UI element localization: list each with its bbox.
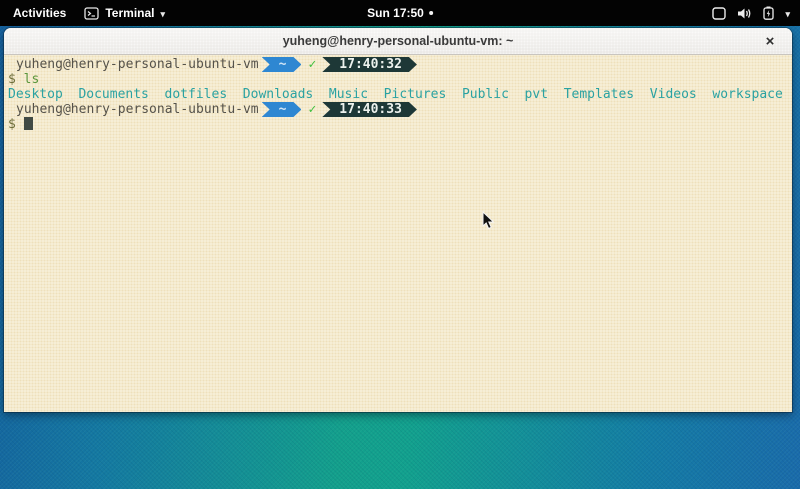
notification-dot: [429, 11, 433, 15]
prompt-status-check: ✓: [308, 102, 316, 117]
close-icon: ×: [766, 33, 775, 50]
clock-button[interactable]: Sun 17:50: [367, 0, 433, 26]
prompt-status-check: ✓: [308, 57, 316, 72]
terminal-icon: [84, 7, 99, 20]
chevron-down-icon: ▾: [160, 10, 165, 19]
prompt-symbol: $: [8, 117, 16, 132]
window-titlebar[interactable]: yuheng@henry-personal-ubuntu-vm: ~ ×: [4, 28, 792, 55]
prompt-user-host: yuheng@henry-personal-ubuntu-vm: [16, 102, 259, 117]
gnome-top-bar: Activities Terminal ▾ Sun 17:50: [0, 0, 800, 26]
system-status-area[interactable]: ▾: [712, 0, 790, 26]
screen-icon: [712, 7, 726, 20]
prompt-user-host: yuheng@henry-personal-ubuntu-vm: [16, 57, 259, 72]
terminal-content[interactable]: yuheng@henry-personal-ubuntu-vm~✓17:40:3…: [4, 55, 792, 412]
typed-command: ls: [24, 72, 40, 87]
command-line: $ ls: [8, 72, 792, 87]
prompt-symbol: $: [8, 72, 16, 87]
app-menu-label: Terminal: [105, 6, 154, 20]
battery-charging-icon: [763, 6, 774, 20]
ls-output: Desktop Documents dotfiles Downloads Mus…: [8, 87, 792, 102]
prompt-line: yuheng@henry-personal-ubuntu-vm~ ✓ 17:40:3…: [8, 102, 792, 117]
input-line: $: [8, 117, 792, 132]
terminal-window: yuheng@henry-personal-ubuntu-vm: ~ × yuh…: [4, 28, 792, 412]
volume-icon: [737, 7, 752, 20]
terminal-cursor: [24, 117, 33, 130]
activities-button[interactable]: Activities: [9, 4, 70, 22]
prompt-time-segment: 17:40:33: [322, 102, 417, 117]
window-title: yuheng@henry-personal-ubuntu-vm: ~: [283, 34, 514, 48]
prompt-time-segment: 17:40:32: [322, 57, 417, 72]
close-button[interactable]: ×: [760, 31, 780, 51]
prompt-line: yuheng@henry-personal-ubuntu-vm~ ✓ 17:40:3…: [8, 57, 792, 72]
prompt-cwd-segment: ~: [262, 57, 302, 72]
chevron-down-icon: ▾: [785, 10, 790, 19]
clock-label: Sun 17:50: [367, 6, 424, 20]
app-menu-terminal[interactable]: Terminal ▾: [84, 6, 165, 20]
prompt-cwd-segment: ~: [262, 102, 302, 117]
